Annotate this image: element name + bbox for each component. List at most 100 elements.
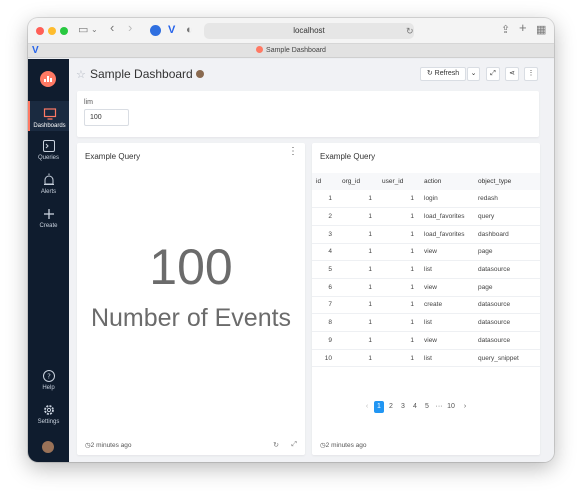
- share-icon[interactable]: ⇪: [501, 23, 510, 37]
- table-cell: 1: [378, 331, 420, 350]
- table-cell: 7: [312, 296, 338, 315]
- share-icon: ⋖: [509, 70, 515, 77]
- widget-menu-icon[interactable]: ⋮: [288, 147, 298, 157]
- password-extension-icon[interactable]: [150, 25, 161, 36]
- table-row: 9 1 1 view datasource: [312, 331, 540, 350]
- chevron-down-icon: ⌄: [470, 70, 477, 77]
- table-cell: datasource: [474, 296, 540, 315]
- table-cell: 1: [378, 349, 420, 368]
- page-number[interactable]: 10: [446, 401, 456, 413]
- sidebar-item-dashboards[interactable]: Dashboards: [28, 101, 69, 131]
- table-row: 6 1 1 view page: [312, 278, 540, 297]
- counter-value: 100: [149, 239, 233, 295]
- page-number[interactable]: 2: [386, 401, 396, 413]
- favorite-star-icon[interactable]: ☆: [76, 68, 86, 81]
- table-cell: datasource: [474, 313, 540, 332]
- refresh-button[interactable]: ↻ Refresh: [420, 67, 466, 81]
- redash-logo-icon[interactable]: [40, 71, 56, 87]
- reader-icon[interactable]: ↻: [406, 24, 414, 38]
- refresh-widget-icon[interactable]: ↻: [273, 441, 279, 449]
- table-cell: 1: [338, 331, 378, 350]
- table-cell: 3: [312, 225, 338, 244]
- new-tab-icon[interactable]: +: [519, 21, 527, 35]
- page-number[interactable]: 4: [410, 401, 420, 413]
- redash-favicon-icon: [256, 46, 264, 53]
- widget-title[interactable]: Example Query: [85, 152, 140, 161]
- page-number[interactable]: ···: [434, 401, 444, 413]
- table-cell: 1: [378, 190, 420, 209]
- table-cell: 1: [378, 260, 420, 279]
- tab-overview-icon[interactable]: ▦: [536, 23, 546, 37]
- help-icon: ?: [42, 370, 55, 382]
- table-cell: 8: [312, 313, 338, 332]
- zoom-window-button[interactable]: [60, 27, 68, 35]
- table-cell: 1: [338, 313, 378, 332]
- page-number[interactable]: 1: [374, 401, 384, 413]
- widget-title[interactable]: Example Query: [320, 152, 375, 161]
- terminal-icon: [42, 140, 55, 152]
- kebab-icon: ⋮: [527, 70, 535, 77]
- table-cell: load_favorites: [420, 225, 474, 244]
- table-cell: list: [420, 349, 474, 368]
- table-cell: 6: [312, 278, 338, 297]
- active-tab[interactable]: Sample Dashboard: [28, 44, 554, 58]
- next-page-icon[interactable]: ›: [460, 401, 470, 413]
- close-window-button[interactable]: [36, 27, 44, 35]
- expand-widget-icon[interactable]: ⤢: [291, 441, 297, 449]
- prev-page-icon[interactable]: ‹: [362, 401, 372, 413]
- app-sidebar: Dashboards Queries Alerts Create ? Help …: [28, 59, 69, 462]
- parameter-input[interactable]: 100: [84, 109, 129, 126]
- column-header[interactable]: action: [420, 173, 474, 190]
- table-cell: 1: [378, 278, 420, 297]
- page-number[interactable]: 3: [398, 401, 408, 413]
- more-options-button[interactable]: ⋮: [524, 67, 538, 81]
- forward-icon[interactable]: ›: [128, 21, 132, 35]
- widget-timestamp: ◷2 minutes ago: [320, 442, 367, 449]
- table-row: 2 1 1 load_favorites query: [312, 207, 540, 226]
- table-cell: 1: [378, 207, 420, 226]
- user-avatar[interactable]: [42, 441, 54, 453]
- sidebar-item-label: Help: [42, 385, 55, 391]
- address-bar[interactable]: localhost: [204, 23, 414, 39]
- sidebar-toggle-icon[interactable]: ▭: [78, 23, 88, 37]
- column-header[interactable]: user_id: [378, 173, 420, 190]
- table-row: 8 1 1 list datasource: [312, 313, 540, 332]
- chevron-down-icon[interactable]: ⌄: [91, 23, 98, 37]
- refresh-options-button[interactable]: ⌄: [467, 67, 480, 81]
- table-cell: view: [420, 278, 474, 297]
- pagination: ‹ 1 2 3 4 5 ··· 10 ›: [362, 401, 472, 413]
- minimize-window-button[interactable]: [48, 27, 56, 35]
- table-cell: 1: [338, 260, 378, 279]
- column-header[interactable]: id: [312, 173, 338, 190]
- browser-window: ▭ ⌄ ‹ › V ◐ localhost ↻ ⇪ + ▦ V Sample D…: [28, 18, 554, 462]
- privacy-shield-icon[interactable]: ◐: [186, 23, 193, 37]
- share-button[interactable]: ⋖: [505, 67, 519, 81]
- browser-toolbar: ▭ ⌄ ‹ › V ◐ localhost ↻ ⇪ + ▦: [28, 18, 554, 44]
- table-cell: 1: [338, 296, 378, 315]
- column-header[interactable]: org_id: [338, 173, 378, 190]
- column-header[interactable]: object_type: [474, 173, 540, 190]
- table-row: 1 1 1 login redash: [312, 190, 540, 209]
- table-cell: 1: [338, 349, 378, 368]
- table-row: 3 1 1 load_favorites dashboard: [312, 225, 540, 244]
- back-icon[interactable]: ‹: [110, 21, 114, 35]
- gear-icon: [43, 405, 54, 415]
- fullscreen-button[interactable]: ⤢: [486, 67, 500, 81]
- sidebar-item-queries[interactable]: Queries: [28, 139, 69, 161]
- counter-widget: Example Query ⋮ 100 Number of Events ◷2 …: [77, 143, 305, 455]
- table-cell: view: [420, 331, 474, 350]
- table-widget: Example Query id org_id user_id action o…: [312, 143, 540, 455]
- plus-icon: [43, 209, 54, 219]
- alarm-icon: [43, 173, 54, 185]
- sidebar-item-settings[interactable]: Settings: [28, 403, 69, 425]
- sidebar-item-alerts[interactable]: Alerts: [28, 173, 69, 195]
- table-cell: page: [474, 278, 540, 297]
- sidebar-item-label: Settings: [37, 419, 60, 425]
- address-text: localhost: [293, 26, 325, 35]
- table-cell: redash: [474, 190, 540, 209]
- extension-v-icon[interactable]: V: [168, 23, 175, 37]
- results-table: id org_id user_id action object_type 111…: [312, 173, 540, 368]
- sidebar-item-create[interactable]: Create: [28, 207, 69, 229]
- page-number[interactable]: 5: [422, 401, 432, 413]
- sidebar-item-help[interactable]: ? Help: [28, 369, 69, 391]
